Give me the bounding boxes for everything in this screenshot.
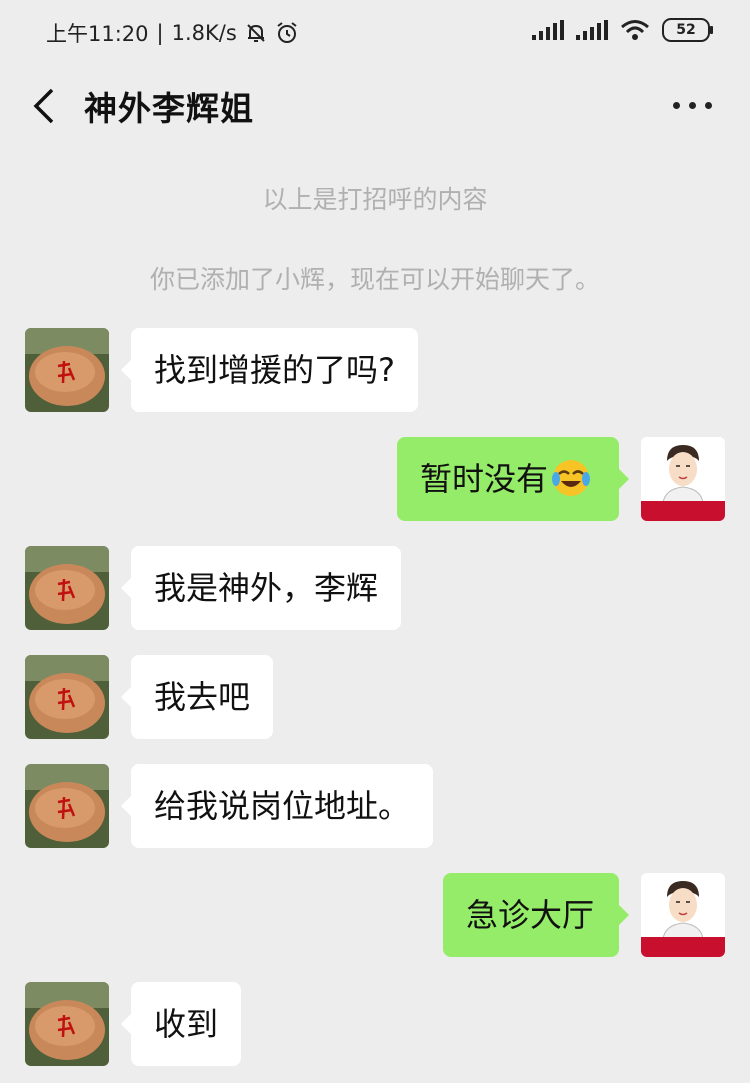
message-bubble-outgoing[interactable]: 急诊大厅 <box>443 873 629 957</box>
status-right: 52 <box>532 18 713 42</box>
battery-indicator: 52 <box>662 18 713 42</box>
face-with-tears-of-joy-icon <box>552 460 591 496</box>
chat-title: 神外李辉姐 <box>84 89 254 128</box>
signal-icon <box>576 20 608 40</box>
network-speed: 1.8K/s <box>171 21 237 45</box>
contact-avatar[interactable] <box>25 764 109 848</box>
status-divider: | <box>156 21 164 45</box>
back-arrow-icon[interactable] <box>30 86 60 126</box>
chat-header: 神外李辉姐 <box>0 66 750 148</box>
contact-avatar[interactable] <box>25 546 109 630</box>
my-avatar[interactable] <box>641 873 725 957</box>
status-time: 上午11:20 <box>46 22 149 46</box>
wifi-icon <box>621 20 649 40</box>
bell-muted-icon <box>247 24 265 42</box>
status-left: 上午11:20 | 1.8K/s <box>46 18 299 48</box>
contact-avatar[interactable] <box>25 328 109 412</box>
message-bubble-incoming[interactable]: 我是神外，李辉 <box>120 546 402 630</box>
status-bar: 上午11:20 | 1.8K/s 52 <box>0 0 750 66</box>
message-text: 暂时没有 <box>420 460 549 498</box>
message-bubble-incoming[interactable]: 给我说岗位地址。 <box>120 764 434 848</box>
message-bubble-outgoing[interactable]: 暂时没有 <box>397 437 629 521</box>
alarm-clock-icon <box>277 22 297 43</box>
contact-avatar[interactable] <box>25 982 109 1066</box>
signal-icon <box>532 20 564 40</box>
contact-avatar[interactable] <box>25 655 109 739</box>
my-avatar[interactable] <box>641 437 725 521</box>
more-options-icon[interactable] <box>673 102 712 109</box>
message-bubble-incoming[interactable]: 我去吧 <box>120 655 274 739</box>
system-message: 以上是打招呼的内容 <box>262 185 488 214</box>
message-bubble-incoming[interactable]: 找到增援的了吗? <box>121 328 418 412</box>
message-bubble-incoming[interactable]: 收到 <box>120 982 242 1066</box>
system-message: 你已添加了小辉，现在可以开始聊天了。 <box>149 265 600 294</box>
